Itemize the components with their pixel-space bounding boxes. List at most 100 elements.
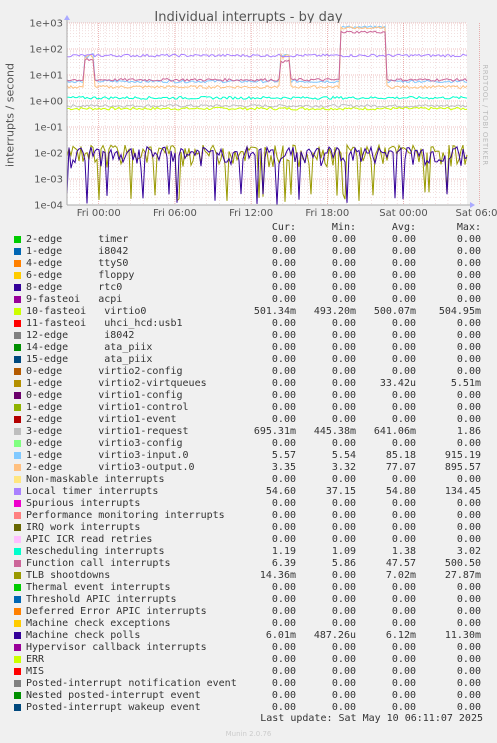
x-tick-label: Fri 06:00 <box>153 208 197 219</box>
legend-name: 8-edge rtc0 <box>26 282 123 293</box>
legend-max: 0.00 <box>456 318 481 329</box>
legend-avg: 0.00 <box>391 534 416 545</box>
legend-min: 0.00 <box>331 498 356 509</box>
legend-swatch <box>14 488 21 495</box>
legend-swatch <box>14 668 21 675</box>
legend-min: 0.00 <box>331 354 356 365</box>
legend-min: 0.00 <box>331 270 356 281</box>
legend-cur: 6.01m <box>265 630 296 641</box>
legend-swatch <box>14 440 21 447</box>
legend-max: 0.00 <box>456 414 481 425</box>
legend-min: 0.00 <box>331 366 356 377</box>
legend-avg: 0.00 <box>391 294 416 305</box>
legend-cur: 695.31m <box>253 426 296 437</box>
legend-min: 0.00 <box>331 666 356 677</box>
x-tick-label: Sat 00:00 <box>379 208 427 219</box>
legend-min: 0.00 <box>331 402 356 413</box>
legend-cur: 0.00 <box>271 246 296 257</box>
legend-avg: 0.00 <box>391 618 416 629</box>
legend-name: 0-edge virtio3-config <box>26 438 183 449</box>
legend-min: 493.20m <box>313 306 356 317</box>
legend-swatch <box>14 476 21 483</box>
legend-cur: 3.35 <box>271 462 296 473</box>
legend-name: 1-edge virtio1-control <box>26 402 189 413</box>
legend-row: 2-edge virtio1-event 0.00 0.00 0.00 0.00 <box>0 414 497 426</box>
legend-min: 5.86 <box>331 558 356 569</box>
legend-avg: 641.06m <box>373 426 416 437</box>
legend-avg: 0.00 <box>391 582 416 593</box>
legend-swatch <box>14 572 21 579</box>
legend-max: 0.00 <box>456 654 481 665</box>
legend-row: Local timer interrupts 54.60 37.15 54.80 134… <box>0 486 497 498</box>
y-tick-label: 1e+03 <box>29 19 63 30</box>
legend-cur: 0.00 <box>271 666 296 677</box>
legend-min: 0.00 <box>331 414 356 425</box>
legend-max: 0.00 <box>456 522 481 533</box>
legend-swatch <box>14 332 21 339</box>
legend-swatch <box>14 320 21 327</box>
legend-name: Posted-interrupt notification event <box>26 678 237 689</box>
legend-max: 915.19 <box>444 450 481 461</box>
y-tick-label: 1e+00 <box>29 97 63 108</box>
legend-cur: 0.00 <box>271 654 296 665</box>
legend-cur: 6.39 <box>271 558 296 569</box>
legend-avg: 0.00 <box>391 522 416 533</box>
x-tick-label: Sat 06:00 <box>455 208 497 219</box>
legend-min: 0.00 <box>331 294 356 305</box>
legend-min: 0.00 <box>331 438 356 449</box>
legend-min: 0.00 <box>331 246 356 257</box>
legend-max: 0.00 <box>456 594 481 605</box>
legend-cur: 0.00 <box>271 594 296 605</box>
y-tick-label: 1e-02 <box>34 149 63 160</box>
legend-row: APIC ICR read retries 0.00 0.00 0.00 0.00 <box>0 534 497 546</box>
legend-avg: 1.38 <box>391 546 416 557</box>
legend-max: 0.00 <box>456 438 481 449</box>
legend-max: 895.57 <box>444 462 481 473</box>
legend-swatch <box>14 272 21 279</box>
legend-max: 0.00 <box>456 330 481 341</box>
legend-avg: 85.18 <box>385 450 416 461</box>
legend-name: Machine check polls <box>26 630 141 641</box>
legend-swatch <box>14 368 21 375</box>
legend-avg: 6.12m <box>385 630 416 641</box>
legend-min: 0.00 <box>331 390 356 401</box>
legend-max: 5.51m <box>450 378 481 389</box>
legend-swatch <box>14 464 21 471</box>
legend-avg: 0.00 <box>391 342 416 353</box>
legend-avg: 0.00 <box>391 474 416 485</box>
legend-max: 500.50 <box>444 558 481 569</box>
legend-swatch <box>14 536 21 543</box>
legend-cur: 1.19 <box>271 546 296 557</box>
legend-min: 0.00 <box>331 378 356 389</box>
legend-avg: 0.00 <box>391 270 416 281</box>
legend-min: 0.00 <box>331 342 356 353</box>
legend-swatch <box>14 428 21 435</box>
legend-cur: 0.00 <box>271 258 296 269</box>
legend-min: 0.00 <box>331 534 356 545</box>
legend-avg: 0.00 <box>391 642 416 653</box>
legend-name: Local timer interrupts <box>26 486 159 497</box>
legend-name: 1-edge virtio2-virtqueues <box>26 378 207 389</box>
legend-max: 11.30m <box>444 630 481 641</box>
legend-max: 504.95m <box>438 306 481 317</box>
legend-swatch <box>14 512 21 519</box>
legend-swatch <box>14 260 21 267</box>
legend-max: 0.00 <box>456 354 481 365</box>
legend-min: 487.26u <box>313 630 356 641</box>
legend-name: 1-edge i8042 <box>26 246 129 257</box>
legend-swatch <box>14 248 21 255</box>
legend-max: 0.00 <box>456 258 481 269</box>
legend-avg: 0.00 <box>391 666 416 677</box>
legend-cur: 0.00 <box>271 678 296 689</box>
legend-name: 12-edge i8042 <box>26 330 135 341</box>
header-cur: Cur: <box>271 222 296 233</box>
legend-avg: 0.00 <box>391 510 416 521</box>
legend-name: Thermal event interrupts <box>26 582 171 593</box>
legend-cur: 0.00 <box>271 618 296 629</box>
legend-swatch <box>14 584 21 591</box>
legend-avg: 54.80 <box>385 486 416 497</box>
legend-swatch <box>14 452 21 459</box>
legend-max: 0.00 <box>456 678 481 689</box>
y-axis-arrow <box>64 15 70 20</box>
legend-swatch <box>14 620 21 627</box>
